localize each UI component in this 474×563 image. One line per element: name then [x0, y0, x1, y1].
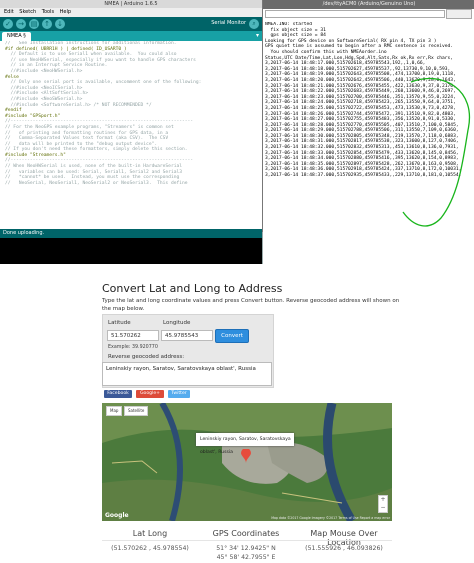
ide-menu-bar: Edit Sketch Tools Help	[0, 8, 262, 17]
tab-menu-icon[interactable]: ▾	[256, 32, 259, 39]
twitter-share-button[interactable]: Twitter	[168, 390, 190, 398]
googleplus-share-button[interactable]: Google+	[136, 390, 164, 398]
green-annotation	[402, 77, 471, 227]
zoom-control[interactable]: + −	[378, 495, 388, 513]
ide-tab-bar: NMEA § ▾	[0, 31, 262, 41]
col-lat-long-header: Lat Long	[132, 529, 168, 538]
arduino-ide-window: NMEA | Arduino 1.6.5 Edit Sketch Tools H…	[0, 0, 263, 264]
map-info-window: Leninskiy rayon, Saratov, Saratovskaya o…	[196, 433, 294, 455]
example-hint: Example: 39.920770	[108, 345, 158, 350]
ide-console	[0, 238, 262, 264]
map-marker-icon[interactable]	[241, 449, 251, 463]
facebook-share-button[interactable]: Facebook	[104, 390, 132, 398]
map-type-map[interactable]: Map	[106, 406, 123, 416]
tab-nmea[interactable]: NMEA §	[2, 32, 31, 41]
gps-longitude: 45° 58' 42.7955" E	[216, 554, 276, 561]
menu-sketch[interactable]: Sketch	[19, 9, 36, 15]
verify-icon[interactable]: ✓	[3, 19, 13, 29]
page-intro: Type the lat and long coordinate values …	[102, 298, 400, 312]
col-gps-header: GPS Coordinates	[212, 529, 280, 538]
ide-title-bar: NMEA | Arduino 1.6.5	[0, 0, 262, 8]
reverse-geocode-label: Reverse geocoded address:	[108, 354, 185, 360]
serial-monitor-label: Serial Monitor	[211, 20, 246, 26]
map-type-satellite[interactable]: Satellite	[124, 406, 149, 416]
ide-toolbar: ✓ → ▤ ↑ ↓ Serial Monitor ⌕	[0, 17, 262, 31]
latitude-label: Latitude	[108, 320, 131, 326]
new-icon[interactable]: ▤	[29, 19, 39, 29]
upload-icon[interactable]: →	[16, 19, 26, 29]
code-editor[interactable]: // See Installation instructions for add…	[0, 41, 262, 229]
gps-latitude: 51° 34' 12.9425" N	[216, 545, 276, 552]
serial-monitor-icon[interactable]: ⌕	[249, 19, 259, 29]
address-output[interactable]: Leninskiy rayon, Saratov, Saratovskaya o…	[102, 362, 272, 386]
map-view[interactable]: Map Satellite Leninskiy rayon, Saratov, …	[102, 403, 392, 521]
latitude-input[interactable]: 51.570262	[107, 330, 159, 341]
page-title: Convert Lat and Long to Address	[102, 282, 283, 295]
save-icon[interactable]: ↓	[55, 19, 65, 29]
code-line: // NeoSerial, NeoSerial1, NeoSerial2 or …	[5, 180, 188, 186]
table-divider	[102, 540, 392, 541]
serial-monitor-window: /dev/ttyACM0 (Arduino/Genuino Uno) NMEA.…	[262, 0, 474, 232]
convert-button[interactable]: Convert	[215, 329, 249, 343]
mouse-location-value: (51.555926 , 46.093826)	[305, 545, 383, 552]
gps-coordinates-value: 51° 34' 12.9425" N 45° 58' 42.7955" E	[198, 544, 294, 562]
map-copyright: Map data ©2017 Google Imagery ©2017 Term…	[271, 516, 390, 520]
google-logo: Google	[105, 512, 129, 519]
latlong-value: (51.570262 , 45.978554)	[111, 545, 189, 552]
menu-edit[interactable]: Edit	[4, 9, 14, 15]
longitude-label: Longitude	[163, 320, 191, 326]
menu-tools[interactable]: Tools	[42, 9, 54, 15]
ide-status-bar: Done uploading.	[0, 229, 262, 238]
longitude-input[interactable]: 45.9785543	[161, 330, 213, 341]
menu-help[interactable]: Help	[60, 9, 71, 15]
open-icon[interactable]: ↑	[42, 19, 52, 29]
